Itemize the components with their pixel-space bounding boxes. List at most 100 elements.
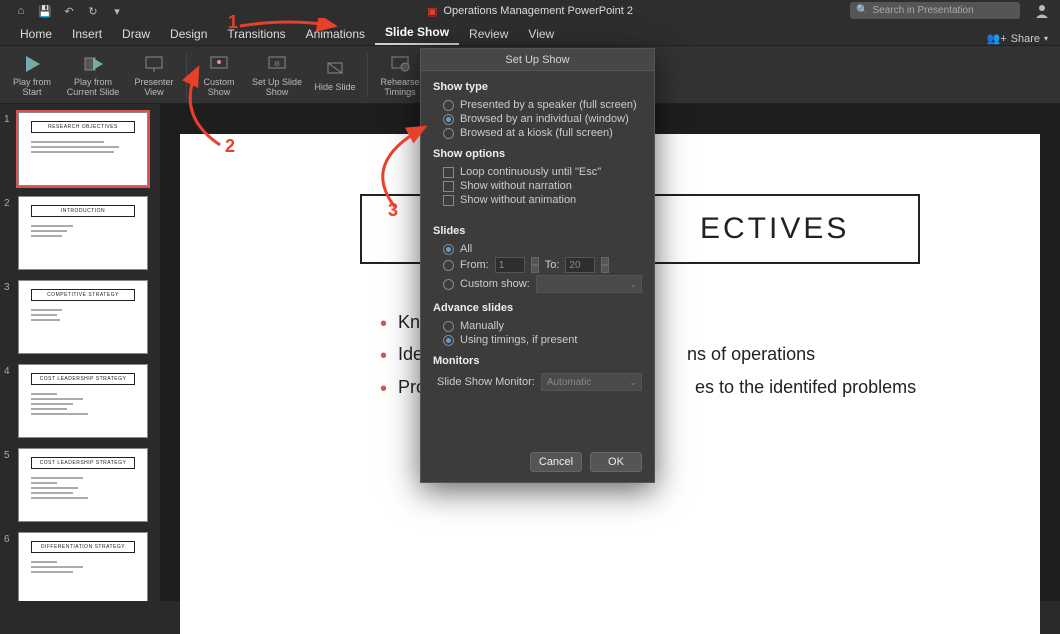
- ribbon-tabs: Home Insert Draw Design Transitions Anim…: [0, 22, 1060, 46]
- title-bar: ⌂ 💾 ↶ ↻ ▾ ▣ Operations Management PowerP…: [0, 0, 1060, 22]
- hide-slide-icon: [323, 57, 347, 81]
- setup-show-icon: ⚙: [265, 52, 289, 76]
- radio-label: All: [460, 243, 472, 255]
- slide-thumbnail[interactable]: COST LEADERSHIP STRATEGY: [18, 364, 148, 438]
- user-avatar[interactable]: [1034, 3, 1050, 19]
- section-label-showoptions: Show options: [433, 148, 642, 160]
- tab-animations[interactable]: Animations: [296, 23, 375, 45]
- from-stepper[interactable]: [531, 257, 539, 273]
- document-title-text: Operations Management PowerPoint 2: [443, 5, 633, 17]
- rehearse-icon: [388, 52, 412, 76]
- radio-all-slides[interactable]: [443, 244, 454, 255]
- home-icon[interactable]: ⌂: [14, 4, 28, 18]
- radio-presented[interactable]: [443, 100, 454, 111]
- radio-timings[interactable]: [443, 335, 454, 346]
- ribbon-label: Presenter View: [126, 78, 182, 98]
- to-field[interactable]: 20: [565, 257, 595, 273]
- slide-thumbnail[interactable]: RESEARCH OBJECTIVES: [18, 112, 148, 186]
- custom-show-icon: [207, 52, 231, 76]
- ribbon-divider: [367, 53, 368, 97]
- monitor-select[interactable]: Automatic: [541, 373, 642, 391]
- tab-view[interactable]: View: [518, 23, 564, 45]
- thumb-number: 5: [4, 450, 14, 461]
- ribbon-label: Play from Current Slide: [62, 78, 124, 98]
- tab-home[interactable]: Home: [10, 23, 62, 45]
- document-title: ▣ Operations Management PowerPoint 2: [427, 5, 633, 18]
- cancel-button[interactable]: Cancel: [530, 452, 582, 472]
- powerpoint-icon: ▣: [427, 5, 437, 18]
- to-stepper[interactable]: [601, 257, 609, 273]
- thumb-title: INTRODUCTION: [31, 205, 135, 217]
- thumb-number: 4: [4, 366, 14, 377]
- radio-label: Using timings, if present: [460, 334, 577, 346]
- svg-text:⚙: ⚙: [274, 60, 280, 68]
- tab-draw[interactable]: Draw: [112, 23, 160, 45]
- share-button[interactable]: 👥+ Share ▾: [987, 32, 1049, 45]
- slide-thumbnail[interactable]: DIFFERENTIATION STRATEGY: [18, 532, 148, 601]
- check-label: Show without animation: [460, 194, 576, 206]
- ribbon-label: Hide Slide: [314, 83, 355, 93]
- section-label-monitors: Monitors: [433, 355, 642, 367]
- radio-label: Browsed by an individual (window): [460, 113, 629, 125]
- dialog-title: Set Up Show: [421, 49, 654, 71]
- redo-icon[interactable]: ↻: [86, 4, 100, 18]
- save-icon[interactable]: 💾: [38, 4, 52, 18]
- section-label-advance: Advance slides: [433, 302, 642, 314]
- radio-from-to[interactable]: [443, 260, 454, 271]
- slide-thumbnail[interactable]: COST LEADERSHIP STRATEGY: [18, 448, 148, 522]
- tab-insert[interactable]: Insert: [62, 23, 112, 45]
- ribbon-label: Play from Start: [4, 78, 60, 98]
- to-label: To:: [545, 259, 560, 271]
- slide-thumbnail[interactable]: INTRODUCTION: [18, 196, 148, 270]
- radio-browsed-window[interactable]: [443, 114, 454, 125]
- from-field[interactable]: 1: [495, 257, 525, 273]
- ribbon-label: Set Up Slide Show: [249, 78, 305, 98]
- search-input[interactable]: 🔍 Search in Presentation: [850, 2, 1020, 19]
- play-from-current-button[interactable]: Play from Current Slide: [62, 48, 124, 102]
- ribbon-divider: [186, 53, 187, 97]
- radio-manually[interactable]: [443, 321, 454, 332]
- thumb-title: DIFFERENTIATION STRATEGY: [31, 541, 135, 553]
- tab-transitions[interactable]: Transitions: [217, 23, 295, 45]
- slide-title-text: ECTIVES: [700, 212, 849, 246]
- radio-label: Presented by a speaker (full screen): [460, 99, 637, 111]
- thumb-title: RESEARCH OBJECTIVES: [31, 121, 135, 133]
- presenter-view-icon: [142, 52, 166, 76]
- radio-label: Manually: [460, 320, 504, 332]
- quick-access-toolbar: ⌂ 💾 ↶ ↻ ▾: [0, 4, 124, 18]
- share-icon: 👥+: [987, 32, 1007, 45]
- ok-button[interactable]: OK: [590, 452, 642, 472]
- checkbox-no-narration[interactable]: [443, 181, 454, 192]
- hide-slide-button[interactable]: Hide Slide: [307, 48, 363, 102]
- radio-custom-show[interactable]: [443, 279, 454, 290]
- thumb-title: COST LEADERSHIP STRATEGY: [31, 457, 135, 469]
- search-placeholder: Search in Presentation: [872, 5, 973, 16]
- section-label-showtype: Show type: [433, 81, 642, 93]
- setup-show-button[interactable]: ⚙ Set Up Slide Show: [249, 48, 305, 102]
- tab-slideshow[interactable]: Slide Show: [375, 21, 459, 45]
- undo-icon[interactable]: ↶: [62, 4, 76, 18]
- checkbox-loop[interactable]: [443, 167, 454, 178]
- custom-show-select[interactable]: [536, 275, 642, 293]
- qat-more-icon[interactable]: ▾: [110, 4, 124, 18]
- slide-thumbnail[interactable]: COMPETITIVE STRATEGY: [18, 280, 148, 354]
- ribbon-label: Custom Show: [191, 78, 247, 98]
- custom-show-label: Custom show:: [460, 278, 530, 290]
- thumb-number: 3: [4, 282, 14, 293]
- chevron-down-icon: ▾: [1044, 34, 1048, 43]
- checkbox-no-animation[interactable]: [443, 195, 454, 206]
- slide-thumbnails-panel: 1 RESEARCH OBJECTIVES 2 INTRODUCTION 3 C…: [0, 104, 160, 601]
- custom-show-button[interactable]: Custom Show: [191, 48, 247, 102]
- check-label: Show without narration: [460, 180, 572, 192]
- thumb-title: COST LEADERSHIP STRATEGY: [31, 373, 135, 385]
- radio-label: Browsed at a kiosk (full screen): [460, 127, 613, 139]
- radio-kiosk[interactable]: [443, 128, 454, 139]
- tab-design[interactable]: Design: [160, 23, 217, 45]
- play-icon: [20, 52, 44, 76]
- tab-review[interactable]: Review: [459, 23, 518, 45]
- play-from-start-button[interactable]: Play from Start: [4, 48, 60, 102]
- presenter-view-button[interactable]: Presenter View: [126, 48, 182, 102]
- setup-show-dialog: Set Up Show Show type Presented by a spe…: [420, 48, 655, 483]
- play-current-icon: [81, 52, 105, 76]
- check-label: Loop continuously until "Esc": [460, 166, 601, 178]
